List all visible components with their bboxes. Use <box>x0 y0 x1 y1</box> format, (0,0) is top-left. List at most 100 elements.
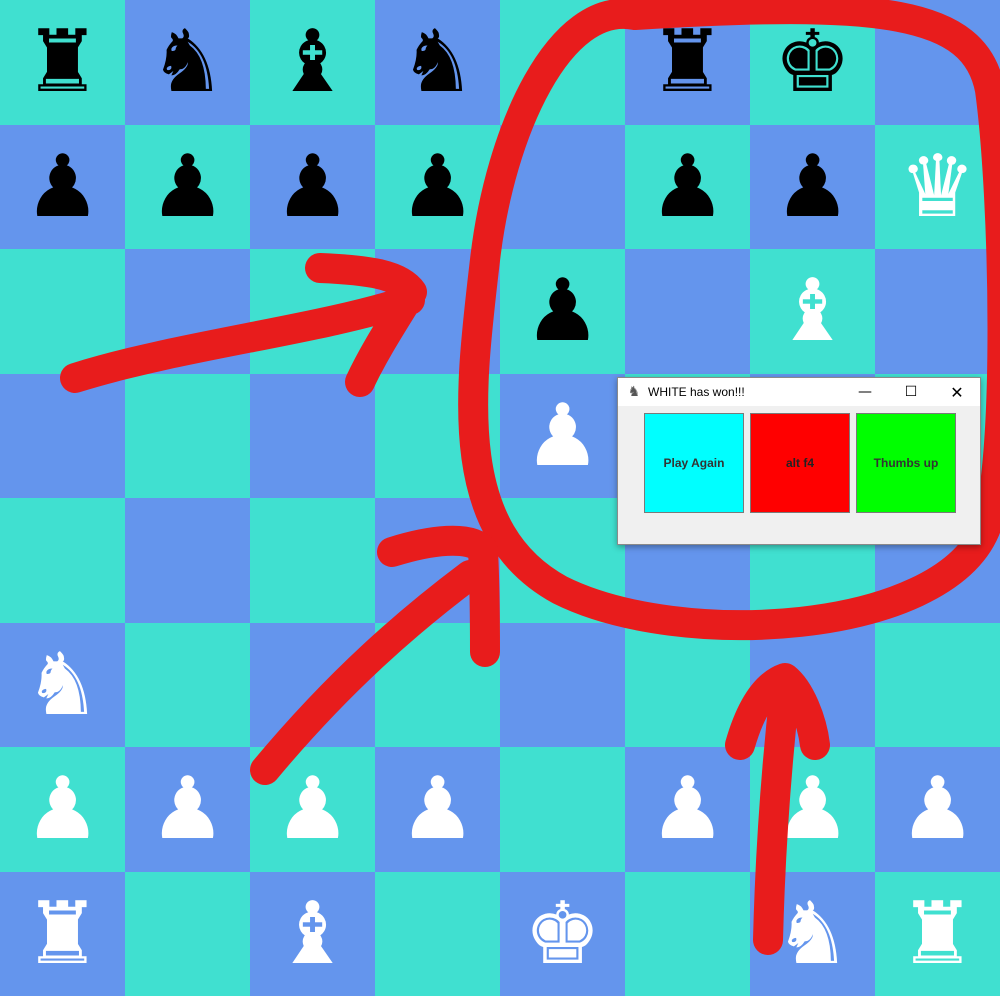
white-pawn-icon[interactable]: ♟ <box>24 766 101 852</box>
board-square[interactable] <box>0 249 125 374</box>
board-square[interactable] <box>875 249 1000 374</box>
board-square[interactable] <box>500 747 625 872</box>
white-bishop-icon[interactable]: ♝ <box>774 268 851 354</box>
board-square[interactable]: ♞ <box>125 0 250 125</box>
board-square[interactable] <box>125 498 250 623</box>
black-pawn-icon[interactable]: ♟ <box>524 268 601 354</box>
maximize-icon: ☐ <box>904 384 918 400</box>
board-square[interactable] <box>250 498 375 623</box>
board-square[interactable] <box>375 249 500 374</box>
board-square[interactable] <box>250 373 375 498</box>
game-over-dialog: ♞ WHITE has won!!! — ☐ ✕ Play Again alt … <box>617 377 981 545</box>
board-square[interactable] <box>250 249 375 374</box>
board-square[interactable]: ♚ <box>750 0 875 125</box>
board-square[interactable] <box>375 871 500 996</box>
white-rook-icon[interactable]: ♜ <box>24 891 101 977</box>
board-square[interactable]: ♟ <box>500 373 625 498</box>
board-square[interactable]: ♜ <box>875 871 1000 996</box>
board-square[interactable]: ♟ <box>625 124 750 249</box>
black-knight-icon[interactable]: ♞ <box>149 19 226 105</box>
board-square[interactable] <box>250 622 375 747</box>
board-square[interactable] <box>125 373 250 498</box>
white-pawn-icon[interactable]: ♟ <box>774 766 851 852</box>
black-pawn-icon[interactable]: ♟ <box>24 144 101 230</box>
white-knight-icon[interactable]: ♞ <box>774 891 851 977</box>
board-square[interactable] <box>625 249 750 374</box>
board-square[interactable]: ♞ <box>750 871 875 996</box>
board-square[interactable] <box>375 622 500 747</box>
board-square[interactable]: ♟ <box>875 747 1000 872</box>
board-square[interactable]: ♝ <box>750 249 875 374</box>
black-pawn-icon[interactable]: ♟ <box>774 144 851 230</box>
board-square[interactable] <box>0 373 125 498</box>
white-knight-icon[interactable]: ♞ <box>24 642 101 728</box>
black-pawn-icon[interactable]: ♟ <box>274 144 351 230</box>
board-square[interactable]: ♟ <box>625 747 750 872</box>
board-square[interactable]: ♝ <box>250 871 375 996</box>
black-pawn-icon[interactable]: ♟ <box>399 144 476 230</box>
board-square[interactable] <box>125 622 250 747</box>
board-square[interactable]: ♟ <box>0 124 125 249</box>
board-square[interactable]: ♟ <box>750 747 875 872</box>
board-square[interactable] <box>500 498 625 623</box>
close-button[interactable]: ✕ <box>934 378 980 406</box>
board-square[interactable]: ♚ <box>500 871 625 996</box>
dialog-button-row: Play Again alt f4 Thumbs up <box>644 413 956 513</box>
minimize-button[interactable]: — <box>842 378 888 406</box>
black-bishop-icon[interactable]: ♝ <box>274 19 351 105</box>
board-square[interactable]: ♟ <box>250 747 375 872</box>
board-square[interactable]: ♟ <box>250 124 375 249</box>
dialog-title: WHITE has won!!! <box>648 385 745 399</box>
board-square[interactable]: ♞ <box>375 0 500 125</box>
black-rook-icon[interactable]: ♜ <box>649 19 726 105</box>
dialog-titlebar[interactable]: ♞ WHITE has won!!! — ☐ ✕ <box>618 378 980 406</box>
board-square[interactable]: ♝ <box>250 0 375 125</box>
black-rook-icon[interactable]: ♜ <box>24 19 101 105</box>
play-again-button[interactable]: Play Again <box>644 413 744 513</box>
board-square[interactable]: ♟ <box>125 124 250 249</box>
board-square[interactable]: ♜ <box>0 0 125 125</box>
board-square[interactable] <box>375 498 500 623</box>
black-pawn-icon[interactable]: ♟ <box>149 144 226 230</box>
white-pawn-icon[interactable]: ♟ <box>399 766 476 852</box>
white-king-icon[interactable]: ♚ <box>524 891 601 977</box>
board-square[interactable] <box>375 373 500 498</box>
board-square[interactable]: ♟ <box>125 747 250 872</box>
board-square[interactable] <box>875 0 1000 125</box>
board-square[interactable]: ♟ <box>750 124 875 249</box>
white-pawn-icon[interactable]: ♟ <box>524 393 601 479</box>
alt-f4-button[interactable]: alt f4 <box>750 413 850 513</box>
board-square[interactable]: ♟ <box>375 747 500 872</box>
board-square[interactable]: ♜ <box>625 0 750 125</box>
black-king-icon[interactable]: ♚ <box>774 19 851 105</box>
board-square[interactable]: ♛ <box>875 124 1000 249</box>
black-knight-icon[interactable]: ♞ <box>399 19 476 105</box>
white-bishop-icon[interactable]: ♝ <box>274 891 351 977</box>
board-square[interactable]: ♜ <box>0 871 125 996</box>
thumbs-up-button[interactable]: Thumbs up <box>856 413 956 513</box>
board-square[interactable] <box>625 622 750 747</box>
board-square[interactable] <box>875 622 1000 747</box>
board-square[interactable] <box>500 0 625 125</box>
white-pawn-icon[interactable]: ♟ <box>274 766 351 852</box>
board-square[interactable]: ♟ <box>0 747 125 872</box>
board-square[interactable]: ♟ <box>500 249 625 374</box>
close-icon: ✕ <box>950 382 964 402</box>
board-square[interactable] <box>625 871 750 996</box>
white-pawn-icon[interactable]: ♟ <box>649 766 726 852</box>
board-square[interactable] <box>125 871 250 996</box>
minimize-icon: — <box>858 384 872 400</box>
board-square[interactable]: ♞ <box>0 622 125 747</box>
white-pawn-icon[interactable]: ♟ <box>899 766 976 852</box>
board-square[interactable] <box>125 249 250 374</box>
white-rook-icon[interactable]: ♜ <box>899 891 976 977</box>
maximize-button[interactable]: ☐ <box>888 378 934 406</box>
white-pawn-icon[interactable]: ♟ <box>149 766 226 852</box>
board-square[interactable]: ♟ <box>375 124 500 249</box>
board-square[interactable] <box>500 124 625 249</box>
white-queen-icon[interactable]: ♛ <box>899 144 976 230</box>
board-square[interactable] <box>750 622 875 747</box>
black-pawn-icon[interactable]: ♟ <box>649 144 726 230</box>
board-square[interactable] <box>500 622 625 747</box>
board-square[interactable] <box>0 498 125 623</box>
